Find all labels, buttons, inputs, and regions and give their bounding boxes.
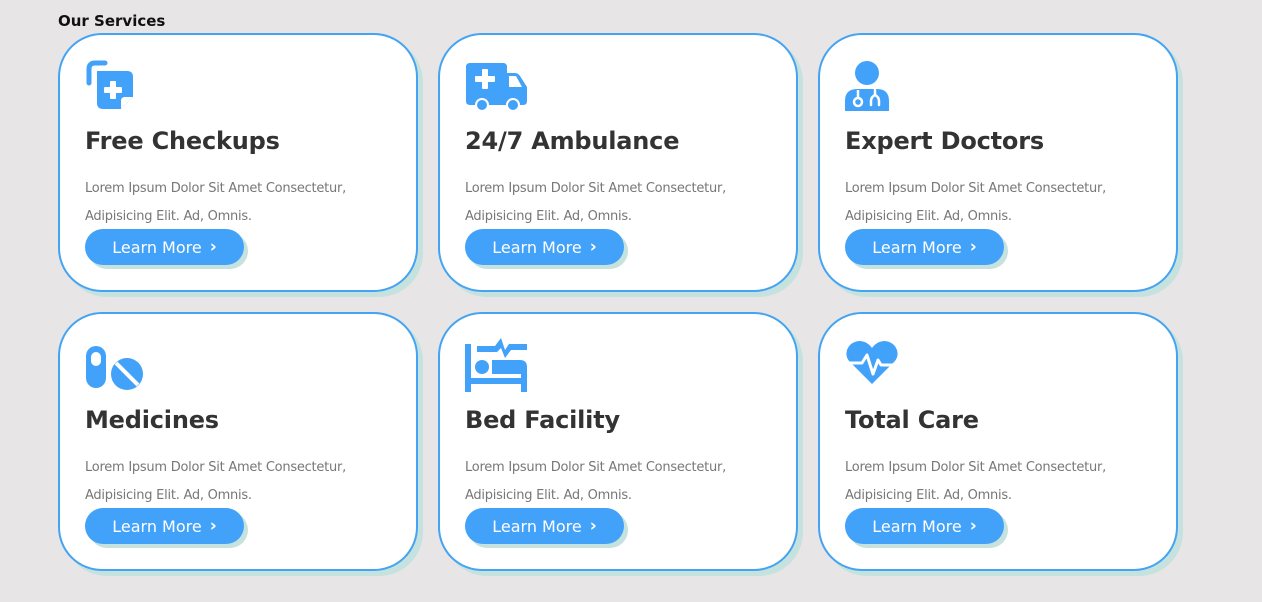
chevron-right-icon: › bbox=[969, 516, 977, 536]
card-title: Total Care bbox=[845, 406, 979, 434]
card-title: Free Checkups bbox=[85, 127, 280, 155]
card-title: Expert Doctors bbox=[845, 127, 1044, 155]
learn-more-label: Learn More bbox=[112, 237, 202, 257]
pills-icon bbox=[85, 338, 151, 392]
chevron-right-icon: › bbox=[589, 516, 597, 536]
learn-more-label: Learn More bbox=[112, 516, 202, 536]
service-card-ambulance: 24/7 Ambulance Lorem Ipsum Dolor Sit Ame… bbox=[438, 33, 798, 292]
learn-more-label: Learn More bbox=[872, 516, 962, 536]
card-description: Lorem Ipsum Dolor Sit Amet Consectetur, … bbox=[845, 460, 1106, 503]
card-description: Lorem Ipsum Dolor Sit Amet Consectetur, … bbox=[85, 181, 346, 224]
card-title: Bed Facility bbox=[465, 406, 620, 434]
learn-more-button[interactable]: Learn More › bbox=[465, 508, 624, 544]
learn-more-button[interactable]: Learn More › bbox=[845, 229, 1004, 265]
learn-more-label: Learn More bbox=[492, 237, 582, 257]
card-title: 24/7 Ambulance bbox=[465, 127, 680, 155]
learn-more-button[interactable]: Learn More › bbox=[465, 229, 624, 265]
card-description: Lorem Ipsum Dolor Sit Amet Consectetur, … bbox=[85, 460, 346, 503]
chevron-right-icon: › bbox=[209, 516, 217, 536]
card-title: Medicines bbox=[85, 406, 219, 434]
learn-more-button[interactable]: Learn More › bbox=[85, 508, 244, 544]
learn-more-label: Learn More bbox=[872, 237, 962, 257]
chevron-right-icon: › bbox=[209, 237, 217, 257]
chevron-right-icon: › bbox=[969, 237, 977, 257]
heartbeat-icon bbox=[845, 338, 911, 392]
learn-more-button[interactable]: Learn More › bbox=[85, 229, 244, 265]
card-description: Lorem Ipsum Dolor Sit Amet Consectetur, … bbox=[845, 181, 1106, 224]
ambulance-icon bbox=[465, 59, 531, 113]
chevron-right-icon: › bbox=[589, 237, 597, 257]
service-card-bed-facility: Bed Facility Lorem Ipsum Dolor Sit Amet … bbox=[438, 312, 798, 571]
doctor-icon bbox=[845, 59, 911, 113]
section-title: Our Services bbox=[58, 12, 166, 30]
checkup-icon bbox=[85, 59, 151, 113]
service-card-expert-doctors: Expert Doctors Lorem Ipsum Dolor Sit Ame… bbox=[818, 33, 1178, 292]
learn-more-button[interactable]: Learn More › bbox=[845, 508, 1004, 544]
card-description: Lorem Ipsum Dolor Sit Amet Consectetur, … bbox=[465, 181, 726, 224]
services-grid: Free Checkups Lorem Ipsum Dolor Sit Amet… bbox=[58, 33, 1178, 571]
service-card-free-checkups: Free Checkups Lorem Ipsum Dolor Sit Amet… bbox=[58, 33, 418, 292]
procedures-bed-icon bbox=[465, 338, 531, 392]
learn-more-label: Learn More bbox=[492, 516, 582, 536]
service-card-total-care: Total Care Lorem Ipsum Dolor Sit Amet Co… bbox=[818, 312, 1178, 571]
service-card-medicines: Medicines Lorem Ipsum Dolor Sit Amet Con… bbox=[58, 312, 418, 571]
card-description: Lorem Ipsum Dolor Sit Amet Consectetur, … bbox=[465, 460, 726, 503]
